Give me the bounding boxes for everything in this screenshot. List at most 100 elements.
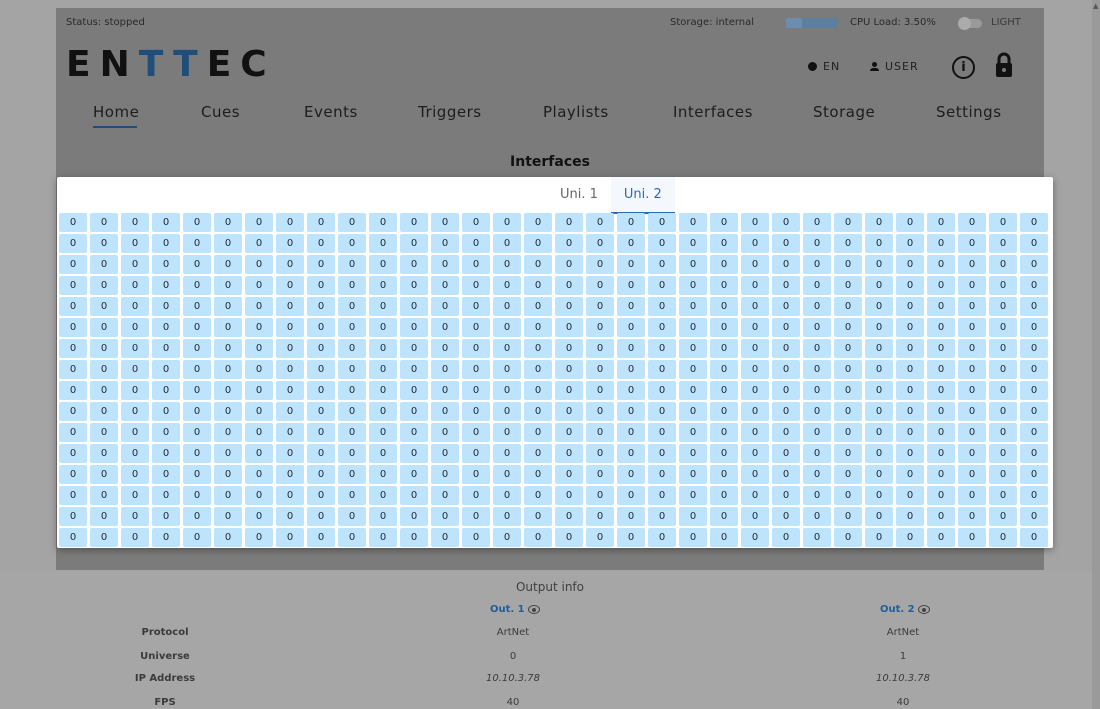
dmx-channel-cell: 0 — [338, 507, 366, 526]
output-2-fps: 40 — [896, 697, 910, 708]
dmx-channel-cell: 0 — [617, 339, 645, 358]
dmx-channel-cell: 0 — [121, 381, 149, 400]
dmx-channel-cell: 0 — [493, 297, 521, 316]
dmx-channel-cell: 0 — [896, 528, 924, 547]
dmx-channel-cell: 0 — [493, 276, 521, 295]
dmx-channel-cell: 0 — [617, 423, 645, 442]
lock-icon[interactable] — [995, 52, 1013, 82]
dmx-channel-cell: 0 — [245, 297, 273, 316]
dmx-channel-cell: 0 — [834, 276, 862, 295]
dmx-channel-cell: 0 — [741, 213, 769, 232]
dmx-channel-cell: 0 — [989, 486, 1017, 505]
dmx-channel-cell: 0 — [245, 528, 273, 547]
output-1-header[interactable]: Out. 1 — [490, 604, 540, 615]
language-selector[interactable]: EN — [808, 60, 840, 73]
dmx-channel-cell: 0 — [152, 423, 180, 442]
dmx-channel-cell: 0 — [834, 444, 862, 463]
nav-triggers[interactable]: Triggers — [418, 103, 482, 121]
user-menu[interactable]: USER — [870, 60, 919, 73]
nav-events[interactable]: Events — [304, 103, 358, 121]
person-icon — [870, 62, 879, 71]
dmx-channel-cell: 0 — [617, 234, 645, 253]
dmx-channel-cell: 0 — [152, 402, 180, 421]
dmx-channel-cell: 0 — [245, 234, 273, 253]
tab-uni-1[interactable]: Uni. 1 — [547, 177, 611, 212]
dmx-channel-cell: 0 — [493, 465, 521, 484]
output-1-ip: 10.10.3.78 — [485, 673, 541, 684]
dmx-channel-cell: 0 — [214, 444, 242, 463]
dmx-channel-cell: 0 — [431, 444, 459, 463]
dmx-channel-cell: 0 — [214, 255, 242, 274]
ip-address-label: IP Address — [134, 673, 196, 684]
dmx-channel-cell: 0 — [586, 528, 614, 547]
scroll-up-arrow-icon[interactable]: ▲ — [1093, 2, 1098, 10]
dmx-channel-cell: 0 — [989, 507, 1017, 526]
dmx-channel-cell: 0 — [679, 318, 707, 337]
dmx-channel-cell: 0 — [1020, 465, 1048, 484]
dmx-channel-cell: 0 — [555, 234, 583, 253]
dmx-channel-cell: 0 — [834, 297, 862, 316]
dmx-channel-cell: 0 — [865, 318, 893, 337]
dmx-channel-cell: 0 — [896, 360, 924, 379]
dmx-channel-cell: 0 — [1020, 486, 1048, 505]
dmx-channel-cell: 0 — [524, 486, 552, 505]
dmx-channel-cell: 0 — [431, 381, 459, 400]
dmx-channel-cell: 0 — [276, 402, 304, 421]
dmx-channel-cell: 0 — [59, 486, 87, 505]
dmx-channel-cell: 0 — [586, 381, 614, 400]
dmx-channel-cell: 0 — [865, 297, 893, 316]
dmx-channel-cell: 0 — [183, 402, 211, 421]
dmx-channel-cell: 0 — [493, 339, 521, 358]
nav-home[interactable]: Home — [93, 103, 139, 121]
dmx-channel-cell: 0 — [183, 423, 211, 442]
dmx-channel-cell: 0 — [586, 507, 614, 526]
dmx-channel-cell: 0 — [803, 276, 831, 295]
dmx-channel-cell: 0 — [679, 297, 707, 316]
nav-playlists[interactable]: Playlists — [543, 103, 609, 121]
dmx-channel-cell: 0 — [59, 444, 87, 463]
nav-storage[interactable]: Storage — [813, 103, 875, 121]
dmx-channel-cell: 0 — [462, 402, 490, 421]
dmx-channel-cell: 0 — [1020, 507, 1048, 526]
dmx-channel-cell: 0 — [462, 423, 490, 442]
dmx-channel-cell: 0 — [183, 360, 211, 379]
dmx-channel-cell: 0 — [183, 276, 211, 295]
dmx-channel-cell: 0 — [834, 360, 862, 379]
dmx-channel-cell: 0 — [214, 213, 242, 232]
dmx-channel-cell: 0 — [648, 402, 676, 421]
dmx-channel-cell: 0 — [90, 507, 118, 526]
dmx-channel-cell: 0 — [896, 297, 924, 316]
dmx-channel-cell: 0 — [741, 465, 769, 484]
nav-interfaces[interactable]: Interfaces — [673, 103, 753, 121]
dmx-channel-cell: 0 — [524, 339, 552, 358]
dmx-channel-cell: 0 — [710, 528, 738, 547]
nav-settings[interactable]: Settings — [936, 103, 1002, 121]
nav-cues[interactable]: Cues — [201, 103, 240, 121]
dmx-channel-cell: 0 — [555, 318, 583, 337]
dmx-channel-cell: 0 — [896, 486, 924, 505]
dmx-channel-cell: 0 — [152, 465, 180, 484]
dmx-channel-cell: 0 — [555, 255, 583, 274]
info-icon[interactable]: i — [952, 56, 975, 79]
storage-label: Storage: internal — [670, 17, 755, 28]
tab-uni-2[interactable]: Uni. 2 — [610, 177, 675, 214]
dmx-channel-cell: 0 — [214, 297, 242, 316]
dmx-channel-cell: 0 — [648, 423, 676, 442]
theme-toggle[interactable] — [958, 17, 982, 30]
dmx-channel-cell: 0 — [772, 528, 800, 547]
dmx-channel-cell: 0 — [772, 234, 800, 253]
universe-tabs: Uni. 1 Uni. 2 — [547, 177, 675, 214]
dmx-channel-cell: 0 — [834, 381, 862, 400]
dmx-channel-cell: 0 — [958, 234, 986, 253]
user-label: USER — [885, 60, 919, 73]
dmx-channel-cell: 0 — [989, 339, 1017, 358]
dmx-channel-cell: 0 — [214, 234, 242, 253]
dmx-channel-cell: 0 — [772, 486, 800, 505]
dmx-channel-cell: 0 — [586, 339, 614, 358]
dmx-channel-cell: 0 — [59, 213, 87, 232]
output-2-header[interactable]: Out. 2 — [880, 604, 930, 615]
page-scrollbar[interactable]: ▲ — [1092, 0, 1100, 709]
dmx-channel-cell: 0 — [400, 528, 428, 547]
dmx-channel-cell: 0 — [245, 213, 273, 232]
dmx-channel-cell: 0 — [90, 444, 118, 463]
